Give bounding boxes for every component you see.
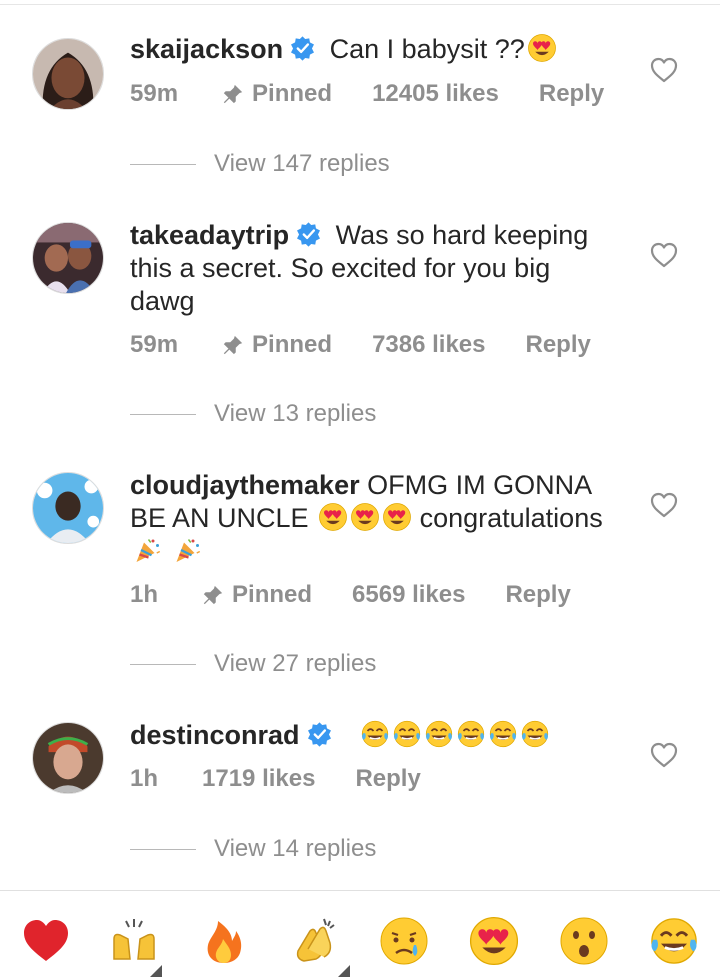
- heart-eyes-emoji: [382, 502, 412, 532]
- heart-eyes-emoji: [350, 502, 380, 532]
- astonished-face-reaction-icon[interactable]: [558, 915, 610, 967]
- replies-dash: [130, 848, 196, 850]
- view-replies-link[interactable]: View 27 replies: [130, 650, 376, 678]
- like-heart-icon[interactable]: [650, 242, 678, 268]
- verified-badge-icon: [289, 35, 316, 62]
- heart-eyes-reaction-icon[interactable]: [468, 915, 520, 967]
- reply-button[interactable]: Reply: [526, 331, 591, 359]
- verified-badge-icon: [295, 221, 322, 248]
- tears-of-joy-emoji: [360, 719, 390, 749]
- tears-of-joy-emoji: [456, 719, 486, 749]
- likes-count[interactable]: 1719 likes: [202, 765, 315, 793]
- quick-reaction-bar: [0, 890, 720, 980]
- timestamp: 1h: [130, 765, 159, 792]
- likes-count[interactable]: 12405 likes: [372, 80, 499, 108]
- view-replies-link[interactable]: View 13 replies: [130, 400, 376, 428]
- avatar[interactable]: [32, 222, 104, 294]
- reaction-corner-mark: [150, 965, 162, 977]
- comment-meta: 59m Pinned 7386 likes Reply: [130, 331, 591, 359]
- reply-button[interactable]: Reply: [539, 80, 604, 108]
- username[interactable]: cloudjaythemaker: [130, 470, 360, 500]
- like-heart-icon[interactable]: [650, 742, 678, 768]
- timestamp: 59m: [130, 331, 179, 358]
- timestamp: 59m: [130, 80, 179, 107]
- heart-eyes-emoji: [318, 502, 348, 532]
- fire-reaction-icon[interactable]: [198, 915, 250, 967]
- username[interactable]: takeadaytrip: [130, 220, 289, 250]
- comment-body: destinconrad: [130, 719, 630, 752]
- replies-dash: [130, 663, 196, 665]
- comment-meta: 1h 1719 likes Reply: [130, 765, 421, 793]
- comment-meta: 59m Pinned 12405 likes Reply: [130, 80, 604, 108]
- tears-of-joy-emoji: [520, 719, 550, 749]
- tears-of-joy-emoji: [488, 719, 518, 749]
- avatar[interactable]: [32, 38, 104, 110]
- comment-text: Can I babysit ??: [329, 34, 525, 64]
- raising-hands-reaction-icon[interactable]: [108, 915, 160, 967]
- replies-dash: [130, 413, 196, 415]
- confetti-emoji: [172, 535, 202, 565]
- pin-icon: [222, 83, 244, 105]
- tears-of-joy-emoji: [392, 719, 422, 749]
- red-heart-reaction-icon[interactable]: [20, 915, 72, 967]
- pinned-label: Pinned: [202, 581, 312, 609]
- username[interactable]: skaijackson: [130, 34, 283, 64]
- pinned-label: Pinned: [222, 331, 332, 359]
- view-replies-link[interactable]: View 14 replies: [130, 835, 376, 863]
- timestamp: 1h: [130, 581, 159, 608]
- heart-eyes-emoji: [527, 33, 557, 63]
- comment-text-2: congratulations: [419, 503, 603, 533]
- likes-count[interactable]: 6569 likes: [352, 581, 465, 609]
- reply-button[interactable]: Reply: [505, 581, 570, 609]
- avatar[interactable]: [32, 472, 104, 544]
- reply-button[interactable]: Reply: [355, 765, 420, 793]
- pinned-label: Pinned: [222, 80, 332, 108]
- like-heart-icon[interactable]: [650, 57, 678, 83]
- replies-dash: [130, 163, 196, 165]
- pin-icon: [202, 584, 224, 606]
- avatar[interactable]: [32, 722, 104, 794]
- tears-of-joy-reaction-icon[interactable]: [648, 915, 700, 967]
- username[interactable]: destinconrad: [130, 720, 300, 750]
- top-divider: [0, 4, 720, 5]
- view-replies-link[interactable]: View 147 replies: [130, 150, 390, 178]
- comment-body: cloudjaythemaker OFMG IM GONNA BE AN UNC…: [130, 469, 630, 568]
- clapping-hands-reaction-icon[interactable]: [288, 915, 340, 967]
- verified-badge-icon: [306, 721, 333, 748]
- like-heart-icon[interactable]: [650, 492, 678, 518]
- crying-face-reaction-icon[interactable]: [378, 915, 430, 967]
- comment-body: takeadaytrip Was so hard keeping this a …: [130, 219, 620, 318]
- pin-icon: [222, 334, 244, 356]
- comment-body: skaijackson Can I babysit ??: [130, 33, 630, 66]
- tears-of-joy-emoji: [424, 719, 454, 749]
- comment-meta: 1h Pinned 6569 likes Reply: [130, 581, 571, 609]
- likes-count[interactable]: 7386 likes: [372, 331, 485, 359]
- party-popper-emoji: [132, 535, 162, 565]
- reaction-corner-mark: [338, 965, 350, 977]
